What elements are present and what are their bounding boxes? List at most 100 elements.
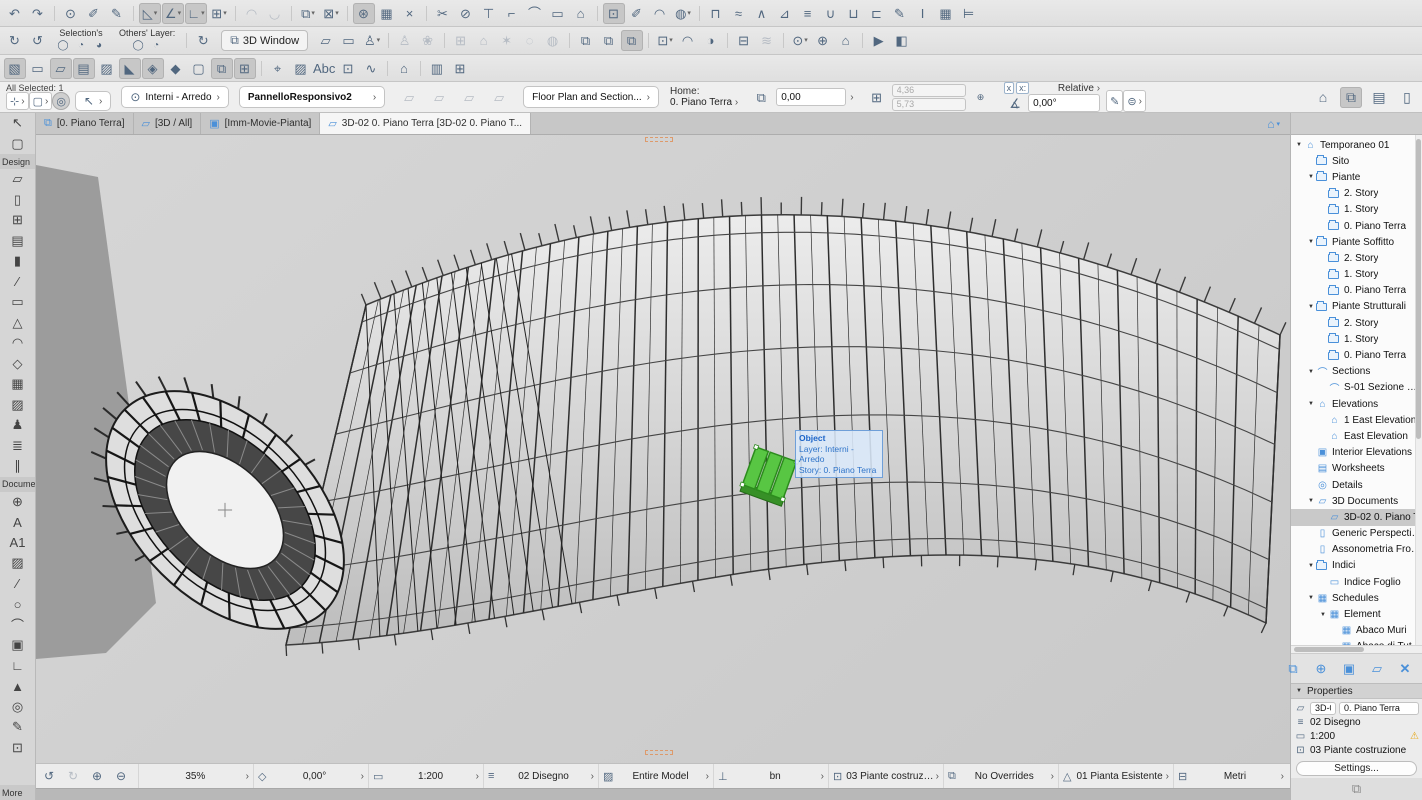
expand-icon[interactable]: ⌖	[267, 58, 289, 79]
undo-icon[interactable]: ↶	[4, 3, 26, 24]
tree-item[interactable]: ▼ Piante Soffitto	[1291, 234, 1422, 250]
paintbrush-icon[interactable]: ⊔	[843, 3, 865, 24]
xr-toggle[interactable]: x:	[1016, 82, 1029, 94]
marquee-tool[interactable]: ▢	[0, 134, 35, 155]
curtain-wall-tool[interactable]: ▤	[0, 231, 35, 252]
link-grid-icon[interactable]: ⊞	[449, 58, 471, 79]
relative-selector[interactable]: Relative ›	[1058, 83, 1100, 94]
column-tool[interactable]: ▮	[0, 251, 35, 272]
expander-icon[interactable]: ▼	[1306, 401, 1316, 407]
dimension-tool[interactable]: ⊕	[0, 492, 35, 513]
grid-snap-icon[interactable]: ⊞▾	[208, 3, 230, 24]
expander-icon[interactable]: ▼	[1306, 239, 1316, 245]
rebuild-icon[interactable]: ↻	[192, 30, 214, 51]
window-tool[interactable]: ⊞	[0, 210, 35, 231]
tree-item[interactable]: 2. Story	[1291, 250, 1422, 266]
navigator-toggle-icon[interactable]: ⧉	[1340, 87, 1362, 108]
line-tool[interactable]: ∕	[0, 574, 35, 595]
empty-fill-icon[interactable]: ▭	[27, 58, 49, 79]
morph-edit-icon[interactable]: ✐	[626, 3, 648, 24]
cube-icon[interactable]: ▱	[458, 87, 480, 108]
tree-item[interactable]: ▼ Piante Strutturali	[1291, 299, 1422, 315]
layer-combination[interactable]: ⊡03 Piante costruzione›	[828, 764, 943, 788]
vr-home-icon[interactable]: ⌂	[473, 30, 495, 51]
arc-tool[interactable]: ⌒	[0, 615, 35, 636]
lock-icon[interactable]: ⊠▾	[320, 3, 342, 24]
clean-model-icon[interactable]: ⊟	[733, 30, 755, 51]
camera-icon[interactable]: ⊙▾	[789, 30, 811, 51]
railing-tool[interactable]: ∥	[0, 456, 35, 477]
spline-icon[interactable]: ∿	[360, 58, 382, 79]
paste-view-icon[interactable]: ⧉	[598, 30, 620, 51]
redo-icon[interactable]: ↷	[27, 3, 49, 24]
light-icon[interactable]: ✶	[496, 30, 518, 51]
zoom-level[interactable]: 35%›	[138, 764, 253, 788]
arrow-tool[interactable]: ↖	[0, 113, 35, 134]
label-tool[interactable]: A1	[0, 533, 35, 554]
axonometry-icon[interactable]: ▭	[338, 30, 360, 51]
magnet-toggle[interactable]: ◎	[52, 92, 70, 110]
orientation[interactable]: ◇0,00°›	[253, 764, 368, 788]
tree-item[interactable]: 0. Piano Terra	[1291, 347, 1422, 363]
tree-item[interactable]: ▼ ⌒ Sections	[1291, 364, 1422, 380]
selection-drop1-icon[interactable]: ◔	[74, 39, 88, 52]
fillet-icon[interactable]: ⌒	[524, 3, 546, 24]
tree-item[interactable]: ⌂ 1 East Elevation	[1291, 412, 1422, 428]
favorite-selector[interactable]: PannelloResponsivo2›	[239, 86, 385, 108]
expander-icon[interactable]: ▼	[1306, 563, 1316, 569]
shell-edit-icon[interactable]: ◠	[649, 3, 671, 24]
tree-item[interactable]: ▤ Worksheets	[1291, 461, 1422, 477]
tree-item[interactable]: 1. Story	[1291, 267, 1422, 283]
text-tool[interactable]: A	[0, 512, 35, 533]
tree-item[interactable]: ▼ ▦ Schedules	[1291, 590, 1422, 606]
elevation-tool[interactable]: ▲	[0, 676, 35, 697]
inject-parameters-icon[interactable]: ✐	[83, 3, 105, 24]
boundary-fill-icon[interactable]: ◈	[142, 58, 164, 79]
spray-icon[interactable]: ≋	[756, 30, 778, 51]
morph-tool[interactable]: ◇	[0, 354, 35, 375]
detail-tool[interactable]: ◎	[0, 697, 35, 718]
slab-tool[interactable]: ▭	[0, 292, 35, 313]
dimensions-box-icon[interactable]: ▦	[376, 3, 398, 24]
zoom-in-icon[interactable]: ⊕	[86, 766, 108, 787]
property-scale-row[interactable]: ▭ 1:200 ⚠	[1294, 729, 1419, 743]
drag-view-icon[interactable]: ↻	[4, 30, 26, 51]
fill-tool[interactable]: ▨	[0, 553, 35, 574]
transform-icon[interactable]: ⊛	[353, 3, 375, 24]
walk-mode-icon[interactable]: ♙▾	[361, 30, 383, 51]
properties-header[interactable]: ▼ Properties	[1291, 683, 1422, 699]
marquee-3d-icon[interactable]: ⊡▾	[654, 30, 676, 51]
light-hatch-icon[interactable]: ▨	[96, 58, 118, 79]
shadow-icon[interactable]: ◑	[700, 30, 722, 51]
settings-button[interactable]: Settings...	[1296, 761, 1417, 776]
person-icon[interactable]: ♙	[394, 30, 416, 51]
tab-piano-terra[interactable]: ⧉[0. Piano Terra]	[36, 113, 134, 134]
tree-item[interactable]: ▯ Generic Perspective	[1291, 526, 1422, 542]
renovation-filter[interactable]: △01 Pianta Esistente›	[1058, 764, 1173, 788]
zoom-out-icon[interactable]: ⊖	[110, 766, 132, 787]
cut-fill-icon[interactable]: ▧	[4, 58, 26, 79]
active-tool-selector[interactable]: ↖›	[75, 91, 111, 111]
autogroup-icon[interactable]: ◡	[264, 3, 286, 24]
view-id-field[interactable]	[1310, 702, 1336, 715]
stair-tool[interactable]: ≣	[0, 436, 35, 457]
flythrough-icon[interactable]: ▶	[868, 30, 890, 51]
column-edit-icon[interactable]: ∪	[820, 3, 842, 24]
beam-tool[interactable]: ∕	[0, 272, 35, 293]
property-penset-row[interactable]: ≡ 02 Disegno	[1294, 715, 1419, 729]
ibeam-icon[interactable]: I	[912, 3, 934, 24]
vr-box-icon[interactable]: ⊞	[450, 30, 472, 51]
schedule-grid-icon[interactable]: ▦	[935, 3, 957, 24]
drawing-tool[interactable]: ✎	[0, 717, 35, 738]
pen-icon[interactable]: ✎	[106, 3, 128, 24]
tree-item[interactable]: ▯ Assonometria Fronta	[1291, 542, 1422, 558]
cube-icon[interactable]: ▱	[398, 87, 420, 108]
crop-roof-icon[interactable]: ⌂	[570, 3, 592, 24]
save-view-icon[interactable]: ▣	[1338, 658, 1360, 679]
abc-icon[interactable]: Abc	[313, 58, 336, 79]
graphic-overrides[interactable]: ⧉No Overrides›	[943, 764, 1058, 788]
duplicate-view-icon[interactable]: ⧉	[621, 30, 643, 51]
object-tool[interactable]: ♟	[0, 415, 35, 436]
tree-item[interactable]: ▭ Indice Foglio	[1291, 574, 1422, 590]
dimension-style[interactable]: ⊥bn›	[713, 764, 828, 788]
